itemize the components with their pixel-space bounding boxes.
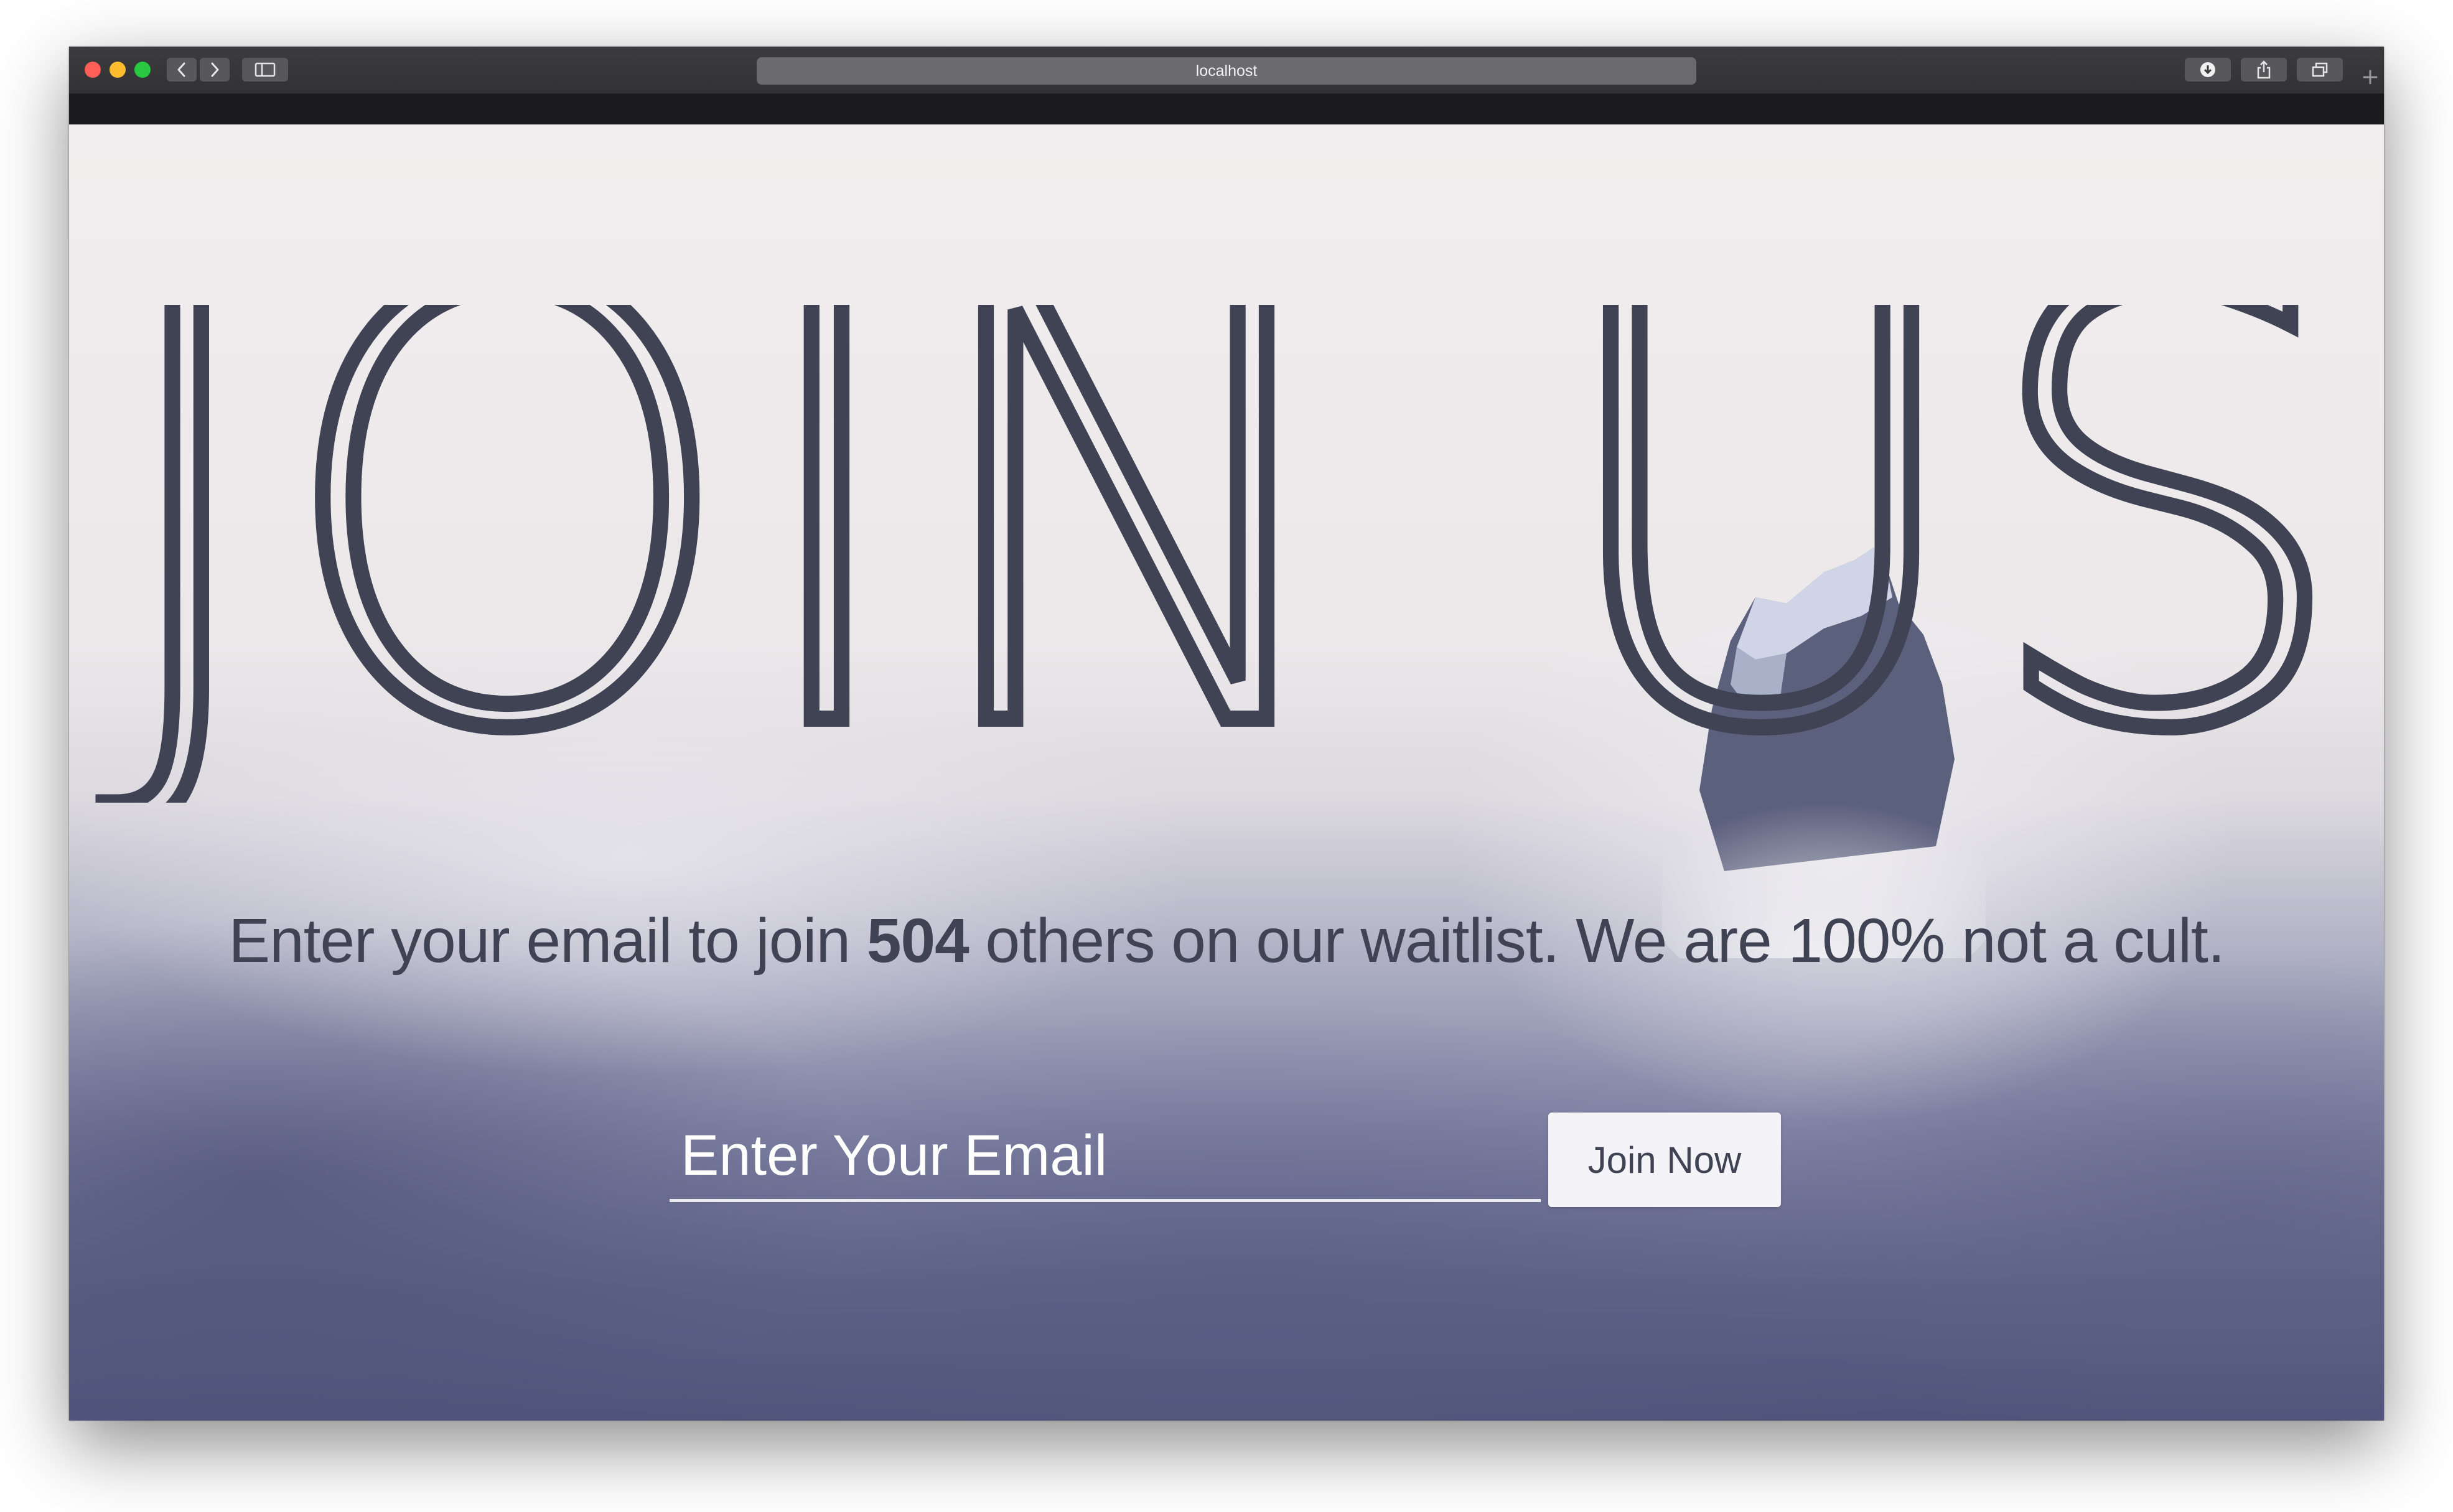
page-content: JOIN US Enter your email to join 504 oth… [69,124,2384,1421]
hero-title-text: JOIN US [100,305,2353,803]
signup-form: Join Now [670,1113,1852,1212]
chevron-left-icon [177,62,185,77]
sidebar-icon [255,62,276,77]
address-bar[interactable]: localhost [757,57,1696,85]
address-bar-url: localhost [1195,62,1258,80]
subscriber-count: 504 [866,906,970,976]
share-icon [2257,60,2271,79]
download-icon [2200,62,2215,77]
downloads-button[interactable] [2185,58,2231,82]
back-button[interactable] [167,58,197,82]
minimize-window-button[interactable] [110,62,126,78]
share-button[interactable] [2241,58,2287,82]
tabs-icon [2312,62,2328,77]
forward-button[interactable] [200,58,230,82]
tab-overview-button[interactable] [2297,58,2343,82]
new-tab-button[interactable]: + [2357,60,2384,93]
email-input[interactable] [670,1113,1541,1202]
browser-window: localhost + JOIN US Enter your email to … [69,47,2384,1421]
subtitle-tail-text: others on our waitlist. We are 100% not … [968,906,2225,976]
hero-title: JOIN US [92,305,2361,803]
close-window-button[interactable] [85,62,101,78]
subtitle-lead-text: Enter your email to join [228,906,867,976]
join-now-button[interactable]: Join Now [1548,1113,1781,1207]
browser-toolbar: localhost + [69,47,2384,94]
hero-subtitle: Enter your email to join 504 others on o… [69,905,2384,977]
zoom-window-button[interactable] [134,62,151,78]
sidebar-button[interactable] [242,58,288,82]
tab-strip [69,94,2384,124]
chevron-right-icon [211,62,219,77]
